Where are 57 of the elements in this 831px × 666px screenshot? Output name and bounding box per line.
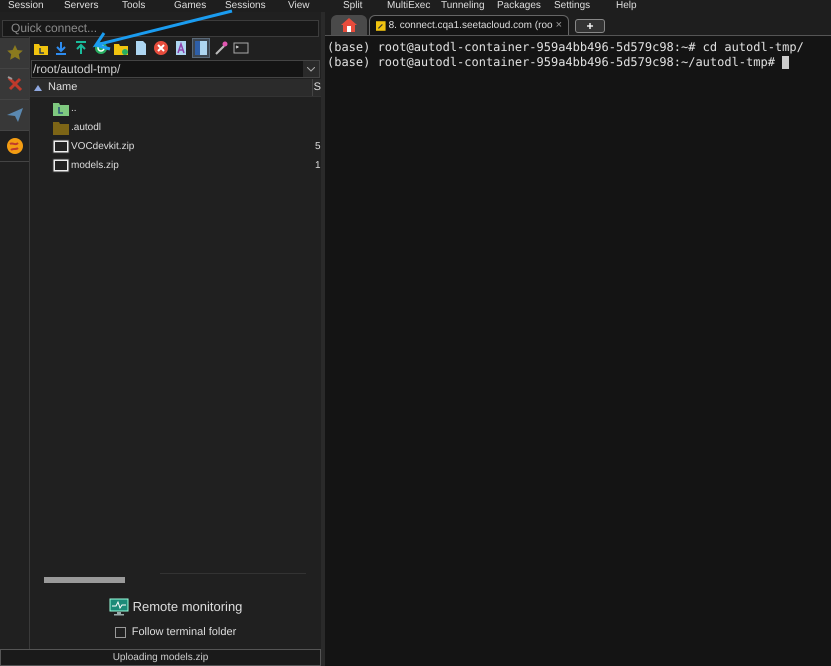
file-name: .autodl: [71, 121, 102, 135]
file-name: ..: [71, 102, 78, 116]
file-row[interactable]: VOCdevkit.zip 5: [30, 137, 321, 156]
scrollbar-thumb[interactable]: [44, 577, 125, 583]
terminal-line: (base) root@autodl-container-959a4bb496-5d579c98:~/autodl-tmp#: [327, 55, 776, 70]
file-size: 1: [315, 159, 321, 173]
home-tab[interactable]: [331, 15, 367, 35]
menu-item[interactable]: Settings: [554, 0, 608, 12]
checkbox-label: Follow terminal folder: [132, 624, 236, 640]
terminal-pane[interactable]: (base) root@autodl-container-959a4bb496-5d579c98:~# cd autodl-tmp/ (base) root@autodl-container-959a4bb496-5d579c98:~/autodl-tmp#: [325, 36, 831, 666]
monitor-icon: [108, 598, 129, 616]
checkbox[interactable]: [114, 626, 126, 638]
menu-item[interactable]: Split: [343, 0, 379, 12]
home-icon: [341, 18, 357, 32]
document-icon: [173, 40, 189, 56]
toolbar-button[interactable]: [192, 38, 210, 58]
terminal-line: (base) root@autodl-container-959a4bb496-5d579c98:~# cd autodl-tmp/: [327, 40, 804, 55]
menu-item[interactable]: Packages: [497, 0, 546, 12]
menu-item[interactable]: View: [288, 0, 335, 12]
side-tab[interactable]: [0, 100, 29, 131]
delete-icon: [153, 40, 169, 56]
file-row[interactable]: models.zip 1: [30, 156, 321, 175]
key-icon: [376, 20, 386, 32]
parent-folder-icon: [52, 100, 70, 117]
column-header[interactable]: S: [314, 79, 321, 96]
menu-item[interactable]: Sessions: [225, 0, 280, 12]
menu-item[interactable]: Games: [174, 0, 217, 12]
status-bar: Uploading models.zip: [0, 649, 321, 666]
terminal-icon: [233, 40, 249, 56]
quick-connect-field[interactable]: Quick connect...: [2, 20, 319, 36]
menu-item[interactable]: Tools: [122, 0, 166, 12]
menu-item[interactable]: MultiExec: [387, 0, 433, 12]
menu-item[interactable]: Session: [8, 0, 56, 12]
globe-icon: [4, 136, 24, 156]
menu-item[interactable]: Tunneling: [441, 0, 489, 12]
menu-item[interactable]: Help: [616, 0, 656, 12]
file-name: models.zip: [71, 159, 120, 173]
file-row[interactable]: .autodl: [30, 118, 321, 137]
refresh-icon: [93, 40, 109, 56]
upload-icon: [73, 40, 89, 56]
session-tab[interactable]: 8. connect.cqa1.seetacloud.com (roo ×: [369, 15, 569, 35]
wand-icon: [213, 40, 229, 56]
file-name: VOCdevkit.zip: [71, 140, 136, 154]
toolbar-button[interactable]: [152, 38, 170, 58]
file-icon: [133, 40, 149, 56]
file-row[interactable]: ..: [30, 99, 321, 118]
menu-item[interactable]: Servers: [64, 0, 114, 12]
cursor: [782, 56, 790, 69]
split-view-icon: [193, 40, 209, 56]
remote-monitoring-link[interactable]: Remote monitoring: [132, 597, 242, 617]
folder-icon: [52, 119, 70, 136]
close-icon[interactable]: ×: [556, 17, 562, 34]
file-size: 5: [315, 140, 321, 154]
sort-icon: [34, 84, 42, 90]
new-tab-button[interactable]: +: [575, 19, 605, 33]
download-icon: [53, 40, 69, 56]
column-header[interactable]: Name: [30, 79, 313, 96]
